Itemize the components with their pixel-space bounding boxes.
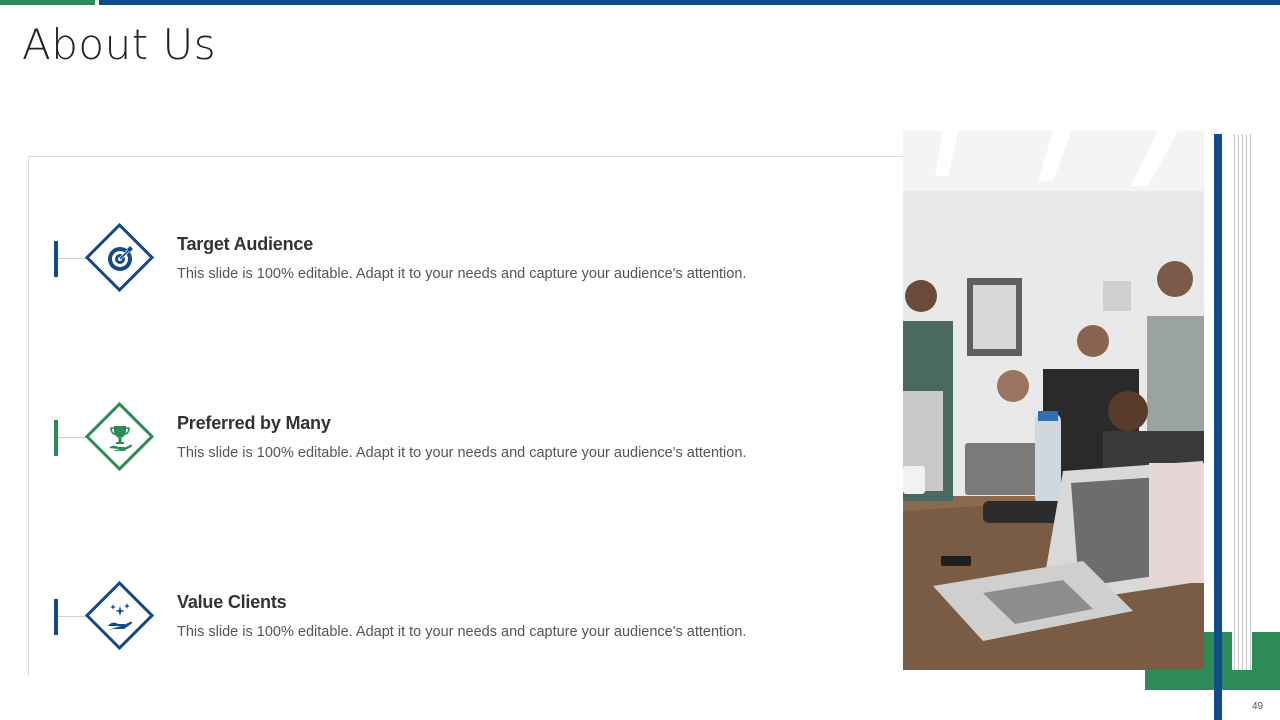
item-description: This slide is 100% editable. Adapt it to… (177, 624, 747, 640)
team-meeting-photo (903, 131, 1204, 670)
item-marker (54, 241, 58, 277)
item-title: Target Audience (177, 234, 314, 254)
decorative-vertical-lines (1232, 134, 1252, 670)
content-panel: Target Audience This slide is 100% edita… (28, 156, 908, 676)
decorative-blue-bar (1214, 134, 1222, 720)
target-icon (108, 246, 133, 271)
item-description: This slide is 100% editable. Adapt it to… (177, 266, 747, 282)
item-marker (54, 599, 58, 635)
item-marker (54, 420, 58, 456)
item-connector (58, 437, 86, 438)
page-title: About Us (22, 20, 217, 69)
trophy-hand-icon (109, 426, 133, 452)
list-item-target-audience: Target Audience This slide is 100% edita… (29, 222, 909, 302)
page-number: 49 (1252, 701, 1264, 712)
top-accent-bar-blue (99, 0, 1280, 5)
item-connector (58, 616, 86, 617)
list-item-preferred-by-many: Preferred by Many This slide is 100% edi… (29, 401, 909, 481)
item-title: Preferred by Many (177, 413, 331, 433)
item-description: This slide is 100% editable. Adapt it to… (177, 445, 747, 461)
list-item-value-clients: Value Clients This slide is 100% editabl… (29, 580, 909, 660)
top-accent-bar-green (0, 0, 95, 5)
meeting-photo-illustration (903, 131, 1204, 670)
item-title: Value Clients (177, 592, 287, 612)
item-connector (58, 258, 86, 259)
hand-sparkle-icon (108, 603, 133, 630)
